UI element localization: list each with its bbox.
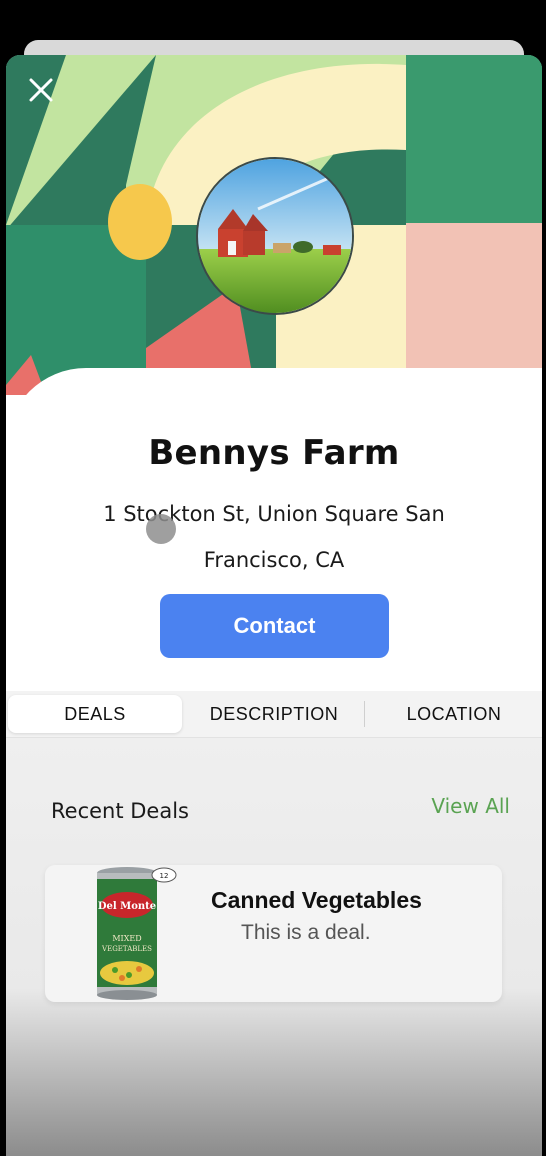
tab-deals[interactable]: DEALS <box>8 695 182 733</box>
can-size-badge: 12 <box>160 872 169 880</box>
deal-product-image: Del Monte MIXED VEGETABLES 12 <box>67 865 187 1002</box>
deal-card[interactable]: Del Monte MIXED VEGETABLES 12 Canned Veg… <box>45 865 502 1002</box>
farm-address: 1 Stockton St, Union Square San Francisc… <box>66 491 482 583</box>
recent-deals-heading: Recent Deals <box>51 799 189 823</box>
tab-location[interactable]: LOCATION <box>366 695 542 733</box>
farm-avatar-image <box>196 157 354 315</box>
contact-button[interactable]: Contact <box>160 594 389 658</box>
farm-name: Bennys Farm <box>148 433 400 473</box>
tab-divider <box>364 701 365 727</box>
deal-title: Canned Vegetables <box>211 887 422 913</box>
can-label-line-1: MIXED <box>112 934 141 943</box>
farm-profile-sheet: Bennys Farm 1 Stockton St, Union Square … <box>6 55 542 1156</box>
address-line-1: 1 Stockton St, Union Square San <box>103 502 445 526</box>
deals-panel: Recent Deals View All Del Monte MIXED VE… <box>6 738 542 1156</box>
tab-description[interactable]: DESCRIPTION <box>186 695 362 733</box>
close-icon[interactable] <box>24 73 58 107</box>
profile-tabs: DEALS DESCRIPTION LOCATION <box>6 691 542 738</box>
touch-indicator <box>146 514 176 544</box>
can-label-line-2: VEGETABLES <box>101 945 152 953</box>
address-line-2: Francisco, CA <box>203 548 345 572</box>
deal-description: This is a deal. <box>241 921 371 944</box>
view-all-link[interactable]: View All <box>431 794 510 818</box>
can-brand-text: Del Monte <box>98 901 156 912</box>
